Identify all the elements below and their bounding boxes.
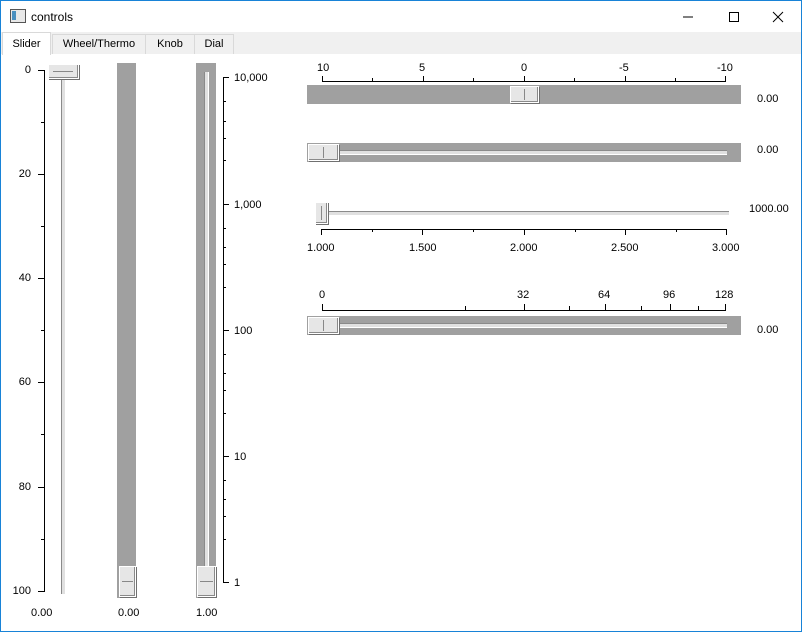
maximize-button[interactable] bbox=[711, 1, 757, 32]
tab-knob[interactable]: Knob bbox=[145, 34, 195, 54]
slider-thumb[interactable] bbox=[197, 566, 216, 597]
scale-label: 3.000 bbox=[712, 242, 740, 254]
scale-label: 10,000 bbox=[234, 72, 268, 84]
slider-track[interactable] bbox=[61, 74, 66, 594]
app-icon bbox=[10, 9, 26, 23]
value-readout: 0.00 bbox=[31, 607, 53, 619]
scale-label: 2.000 bbox=[510, 242, 538, 254]
slider-track[interactable] bbox=[321, 211, 729, 216]
scale-label: 64 bbox=[598, 289, 611, 301]
value-readout: 0.00 bbox=[118, 607, 140, 619]
scale-label: 1,000 bbox=[234, 199, 262, 211]
value-readout: 1000.00 bbox=[749, 203, 789, 215]
tab-dial[interactable]: Dial bbox=[194, 34, 234, 54]
slider-rail bbox=[204, 72, 209, 592]
tab-slider[interactable]: Slider bbox=[2, 32, 51, 55]
scale-label: 80 bbox=[18, 481, 31, 493]
slider-thumb[interactable] bbox=[119, 566, 136, 597]
slider-panel: 0 20 40 60 80 100 0.00 0.00 10,000 1,000… bbox=[1, 54, 801, 631]
tab-bar: Slider Wheel/Thermo Knob Dial bbox=[1, 32, 801, 55]
tab-wheel-thermo[interactable]: Wheel/Thermo bbox=[52, 34, 146, 54]
window-title: controls bbox=[31, 10, 74, 24]
value-readout: 0.00 bbox=[757, 144, 779, 156]
app-window: controls Slider Wheel/Thermo Knob Dial 0… bbox=[0, 0, 802, 632]
scale-label: 40 bbox=[18, 272, 31, 284]
slider-rail bbox=[317, 323, 727, 328]
minimize-button[interactable] bbox=[665, 1, 711, 32]
value-readout: 1.00 bbox=[196, 607, 218, 619]
value-readout: 0.00 bbox=[757, 93, 779, 105]
scale-label: 2.500 bbox=[611, 242, 639, 254]
scale-label: -10 bbox=[717, 62, 733, 74]
scale-label: 20 bbox=[18, 168, 31, 180]
scale-label: 60 bbox=[18, 376, 31, 388]
scale-axis bbox=[322, 310, 726, 311]
close-button[interactable] bbox=[755, 1, 801, 32]
scale-label: 1 bbox=[234, 577, 241, 589]
slider-thumb[interactable] bbox=[308, 317, 339, 334]
scale-label: 5 bbox=[419, 62, 426, 74]
close-icon bbox=[772, 11, 784, 23]
scale-label: 0 bbox=[319, 289, 326, 301]
scale-label: 1.000 bbox=[307, 242, 335, 254]
value-readout: 0.00 bbox=[757, 324, 779, 336]
scale-label: 10 bbox=[317, 62, 330, 74]
scale-label: 100 bbox=[12, 585, 31, 597]
slider-track[interactable] bbox=[117, 63, 136, 598]
scale-label: 128 bbox=[715, 289, 734, 301]
slider-thumb[interactable] bbox=[48, 64, 79, 79]
minimize-icon bbox=[683, 16, 693, 18]
scale-label: 0 bbox=[24, 64, 31, 76]
slider-rail bbox=[317, 150, 727, 155]
scale-axis bbox=[44, 70, 45, 592]
scale-label: 32 bbox=[517, 289, 530, 301]
title-bar[interactable]: controls bbox=[1, 1, 801, 32]
scale-label: 96 bbox=[663, 289, 676, 301]
scale-label: 0 bbox=[521, 62, 528, 74]
scale-label: 10 bbox=[234, 451, 247, 463]
slider-thumb[interactable] bbox=[510, 86, 539, 103]
slider-thumb[interactable] bbox=[315, 202, 328, 224]
scale-label: 1.500 bbox=[409, 242, 437, 254]
scale-label: -5 bbox=[619, 62, 629, 74]
maximize-icon bbox=[729, 11, 739, 22]
scale-label: 100 bbox=[234, 325, 253, 337]
slider-thumb[interactable] bbox=[308, 144, 339, 161]
